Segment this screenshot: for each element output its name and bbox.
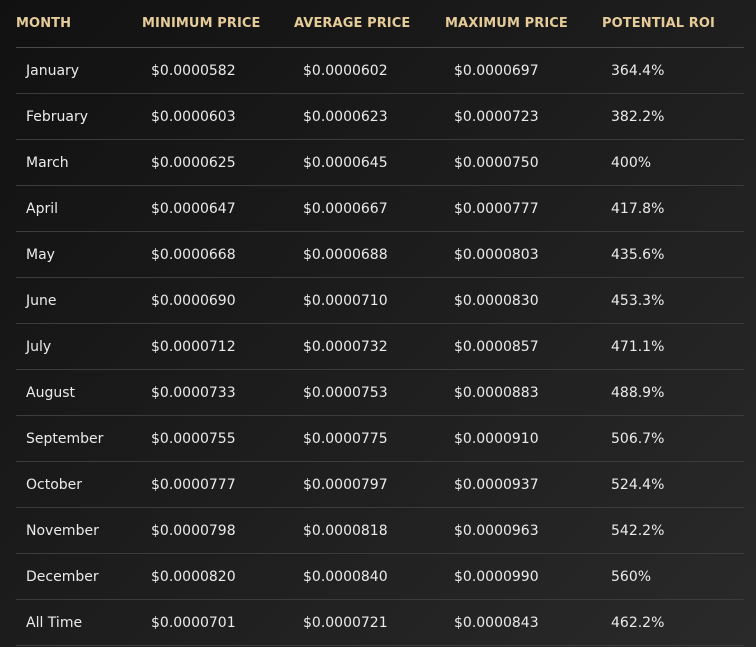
- table-row: January $0.0000582 $0.0000602 $0.0000697 364…: [16, 48, 744, 94]
- cell-month: June: [26, 292, 57, 309]
- cell-average-price: $0.0000602: [303, 62, 388, 79]
- cell-potential-roi: 453.3%: [611, 292, 665, 309]
- cell-minimum-price: $0.0000820: [151, 568, 236, 585]
- cell-potential-roi: 364.4%: [611, 62, 665, 79]
- table-body: January $0.0000582 $0.0000602 $0.0000697 364…: [16, 48, 744, 646]
- cell-maximum-price: $0.0000843: [454, 614, 539, 631]
- cell-month: November: [26, 522, 99, 539]
- table-header: MONTH MINIMUM PRICE AVERAGE PRICE MAXIMU…: [16, 0, 744, 48]
- cell-minimum-price: $0.0000777: [151, 476, 236, 493]
- cell-potential-roi: 471.1%: [611, 338, 665, 355]
- table-row: October $0.0000777 $0.0000797 $0.0000937 524…: [16, 462, 744, 508]
- cell-minimum-price: $0.0000647: [151, 200, 236, 217]
- cell-minimum-price: $0.0000798: [151, 522, 236, 539]
- cell-month: August: [26, 384, 75, 401]
- cell-minimum-price: $0.0000701: [151, 614, 236, 631]
- cell-minimum-price: $0.0000603: [151, 108, 236, 125]
- cell-average-price: $0.0000667: [303, 200, 388, 217]
- cell-potential-roi: 462.2%: [611, 614, 665, 631]
- cell-minimum-price: $0.0000625: [151, 154, 236, 171]
- cell-potential-roi: 488.9%: [611, 384, 665, 401]
- cell-maximum-price: $0.0000750: [454, 154, 539, 171]
- cell-minimum-price: $0.0000668: [151, 246, 236, 263]
- table-row: June $0.0000690 $0.0000710 $0.0000830 453.3%: [16, 278, 744, 324]
- cell-potential-roi: 542.2%: [611, 522, 665, 539]
- cell-potential-roi: 524.4%: [611, 476, 665, 493]
- cell-average-price: $0.0000797: [303, 476, 388, 493]
- table-row: February $0.0000603 $0.0000623 $0.0000723 38…: [16, 94, 744, 140]
- cell-average-price: $0.0000688: [303, 246, 388, 263]
- cell-maximum-price: $0.0000723: [454, 108, 539, 125]
- cell-maximum-price: $0.0000990: [454, 568, 539, 585]
- cell-month: All Time: [26, 614, 83, 631]
- cell-month: April: [26, 200, 58, 217]
- cell-maximum-price: $0.0000803: [454, 246, 539, 263]
- cell-potential-roi: 435.6%: [611, 246, 665, 263]
- cell-average-price: $0.0000840: [303, 568, 388, 585]
- column-header-average-price: AVERAGE PRICE: [294, 16, 411, 31]
- cell-maximum-price: $0.0000777: [454, 200, 539, 217]
- cell-month: February: [26, 108, 89, 125]
- column-header-maximum-price: MAXIMUM PRICE: [445, 16, 568, 31]
- column-header-month: MONTH: [16, 16, 72, 31]
- cell-minimum-price: $0.0000733: [151, 384, 236, 401]
- cell-month: December: [26, 568, 99, 585]
- table-row: December $0.0000820 $0.0000840 $0.0000990 56…: [16, 554, 744, 600]
- cell-average-price: $0.0000732: [303, 338, 388, 355]
- table-row: July $0.0000712 $0.0000732 $0.0000857 471.1%: [16, 324, 744, 370]
- cell-maximum-price: $0.0000963: [454, 522, 539, 539]
- price-prediction-table: MONTH MINIMUM PRICE AVERAGE PRICE MAXIMU…: [16, 0, 744, 646]
- cell-potential-roi: 417.8%: [611, 200, 665, 217]
- table-row: May $0.0000668 $0.0000688 $0.0000803 435.6%: [16, 232, 744, 278]
- cell-average-price: $0.0000710: [303, 292, 388, 309]
- table-row: November $0.0000798 $0.0000818 $0.0000963 54…: [16, 508, 744, 554]
- cell-minimum-price: $0.0000690: [151, 292, 236, 309]
- cell-maximum-price: $0.0000937: [454, 476, 539, 493]
- cell-average-price: $0.0000818: [303, 522, 388, 539]
- cell-average-price: $0.0000623: [303, 108, 388, 125]
- cell-average-price: $0.0000645: [303, 154, 388, 171]
- table-row: September $0.0000755 $0.0000775 $0.0000910 5…: [16, 416, 744, 462]
- table-row: August $0.0000733 $0.0000753 $0.0000883 488.…: [16, 370, 744, 416]
- cell-month: March: [26, 154, 69, 171]
- cell-average-price: $0.0000721: [303, 614, 388, 631]
- table-row: April $0.0000647 $0.0000667 $0.0000777 417.8…: [16, 186, 744, 232]
- cell-potential-roi: 382.2%: [611, 108, 665, 125]
- cell-maximum-price: $0.0000857: [454, 338, 539, 355]
- cell-minimum-price: $0.0000755: [151, 430, 236, 447]
- cell-average-price: $0.0000775: [303, 430, 388, 447]
- cell-maximum-price: $0.0000830: [454, 292, 539, 309]
- table-row: All Time $0.0000701 $0.0000721 $0.0000843 46…: [16, 600, 744, 646]
- cell-potential-roi: 560%: [611, 568, 652, 585]
- table-row: March $0.0000625 $0.0000645 $0.0000750 400%: [16, 140, 744, 186]
- cell-maximum-price: $0.0000883: [454, 384, 539, 401]
- cell-average-price: $0.0000753: [303, 384, 388, 401]
- cell-maximum-price: $0.0000910: [454, 430, 539, 447]
- cell-potential-roi: 400%: [611, 154, 652, 171]
- cell-month: September: [26, 430, 104, 447]
- column-header-minimum-price: MINIMUM PRICE: [142, 16, 261, 31]
- column-header-potential-roi: POTENTIAL ROI: [602, 16, 715, 31]
- cell-minimum-price: $0.0000582: [151, 62, 236, 79]
- cell-month: January: [26, 62, 80, 79]
- cell-month: October: [26, 476, 83, 493]
- cell-month: July: [26, 338, 52, 355]
- cell-maximum-price: $0.0000697: [454, 62, 539, 79]
- cell-minimum-price: $0.0000712: [151, 338, 236, 355]
- cell-potential-roi: 506.7%: [611, 430, 665, 447]
- cell-month: May: [26, 246, 55, 263]
